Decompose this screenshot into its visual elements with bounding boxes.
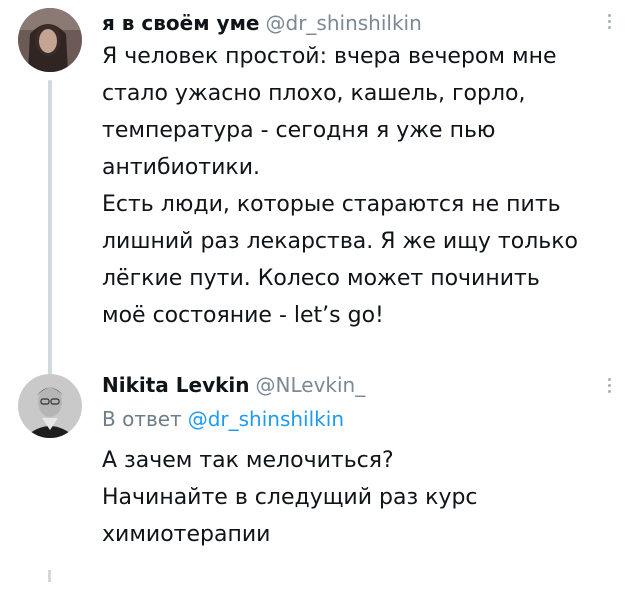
tweet-text: А зачем так мелочиться? Начинайте в след… — [102, 442, 622, 553]
thread-connector-stub — [48, 570, 51, 582]
more-options-icon[interactable] — [606, 14, 612, 29]
tweet-text-line: Я человек простой: вчера вечером мне — [102, 44, 557, 69]
reply-to-mention-link[interactable]: @dr_shinshilkin — [188, 407, 344, 431]
tweet-text-line: температура - сегодня я уже пью — [102, 118, 496, 143]
tweet-text-line: А зачем так мелочиться? — [102, 448, 394, 473]
tweet-text-line: лишний раз лекарства. Я же ищу только — [102, 229, 578, 254]
tweet-text-line: моё состояние - let’s go! — [102, 303, 384, 328]
reply-to-prefix: В ответ — [102, 407, 182, 431]
tweet-text-line: химиотерапии — [102, 522, 271, 547]
avatar-photo — [18, 8, 82, 72]
tweet-text: Я человек простой: вчера вечером мне ста… — [102, 38, 622, 334]
thread-connector-line — [48, 80, 52, 376]
tweet-header: я в своём уме @dr_shinshilkin — [102, 10, 422, 36]
tweet-text-line: Есть люди, которые стараются не пить — [102, 192, 561, 217]
author-handle[interactable]: @NLevkin_ — [256, 373, 366, 397]
author-handle[interactable]: @dr_shinshilkin — [266, 11, 422, 35]
tweet-text-line: стало ужасно плохо, кашель, горло, — [102, 81, 526, 106]
tweet[interactable]: Nikita Levkin @NLevkin_ В ответ @dr_shinsh… — [0, 350, 640, 602]
more-options-icon[interactable] — [606, 378, 612, 393]
avatar[interactable] — [18, 8, 82, 72]
tweet[interactable]: я в своём уме @dr_shinshilkin Я человек п… — [0, 0, 640, 376]
tweet-text-line: антибиотики. — [102, 155, 260, 180]
avatar-photo — [18, 374, 82, 438]
author-display-name[interactable]: я в своём уме — [102, 11, 260, 35]
tweet-header: Nikita Levkin @NLevkin_ — [102, 372, 365, 398]
avatar[interactable] — [18, 374, 82, 438]
reply-to-context: В ответ @dr_shinshilkin — [102, 406, 344, 432]
tweet-text-line: лёгкие пути. Колесо может починить — [102, 266, 540, 291]
author-display-name[interactable]: Nikita Levkin — [102, 373, 250, 397]
tweet-text-line: Начинайте в следущий раз курс — [102, 485, 478, 510]
